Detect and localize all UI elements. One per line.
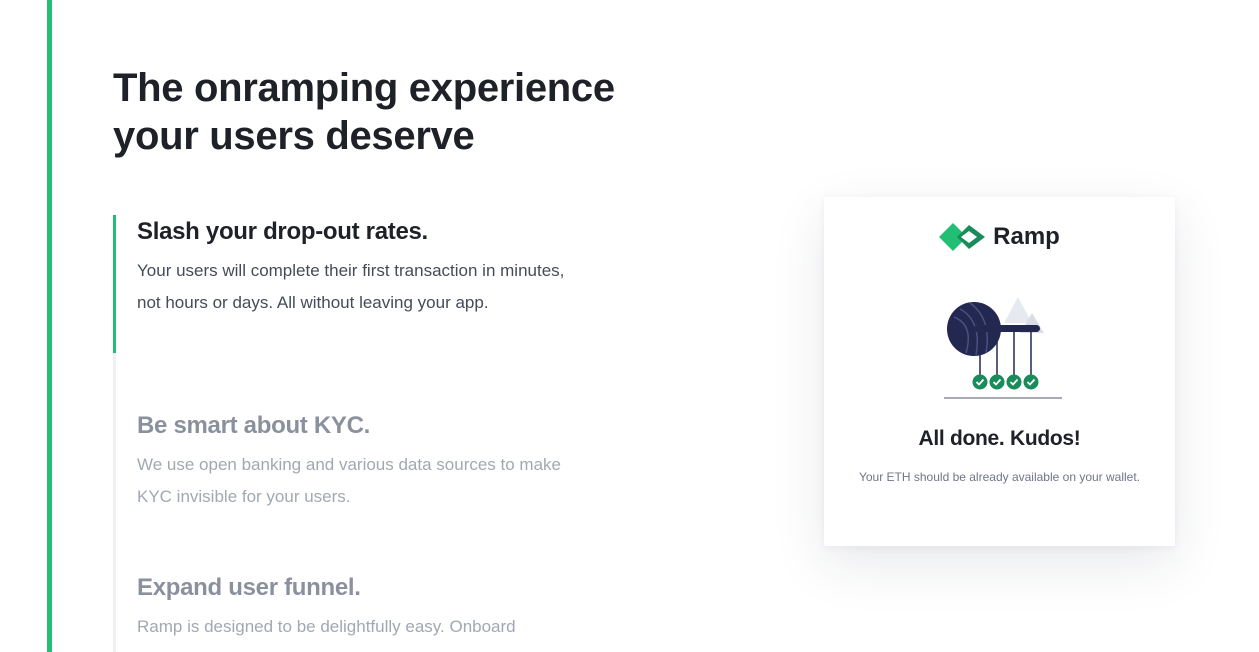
- feature-description: Your users will complete their first tra…: [137, 261, 565, 312]
- feature-title: Be smart about KYC.: [137, 412, 371, 439]
- feature-description: Ramp is designed to be delightfully easy…: [137, 617, 516, 636]
- page: The onramping experience your users dese…: [0, 0, 1259, 652]
- feature-title: Slash your drop-out rates.: [137, 218, 428, 245]
- widget-preview-card: Ramp All done. Kudos! Your ETH should be…: [824, 197, 1175, 546]
- feature-item-funnel[interactable]: Expand user funnel. Ramp is designed to …: [137, 571, 587, 643]
- page-title: The onramping experience your users dese…: [113, 64, 615, 160]
- accent-rail: [47, 0, 52, 652]
- success-title: All done. Kudos!: [918, 427, 1081, 450]
- brand-header: Ramp: [824, 219, 1175, 255]
- ramp-logo-icon: [939, 223, 986, 251]
- page-title-line-2: your users deserve: [113, 114, 475, 158]
- feature-title: Expand user funnel.: [137, 574, 361, 601]
- feature-active-indicator: [113, 215, 116, 353]
- page-title-line-1: The onramping experience: [113, 66, 615, 110]
- brand-name: Ramp: [993, 223, 1060, 250]
- success-illustration: [944, 297, 1062, 399]
- success-subtitle: Your ETH should be already available on …: [858, 470, 1141, 484]
- feature-item-dropout[interactable]: Slash your drop-out rates. Your users wi…: [137, 215, 587, 319]
- feature-description: We use open banking and various data sou…: [137, 455, 562, 506]
- feature-item-kyc[interactable]: Be smart about KYC. We use open banking …: [137, 409, 587, 513]
